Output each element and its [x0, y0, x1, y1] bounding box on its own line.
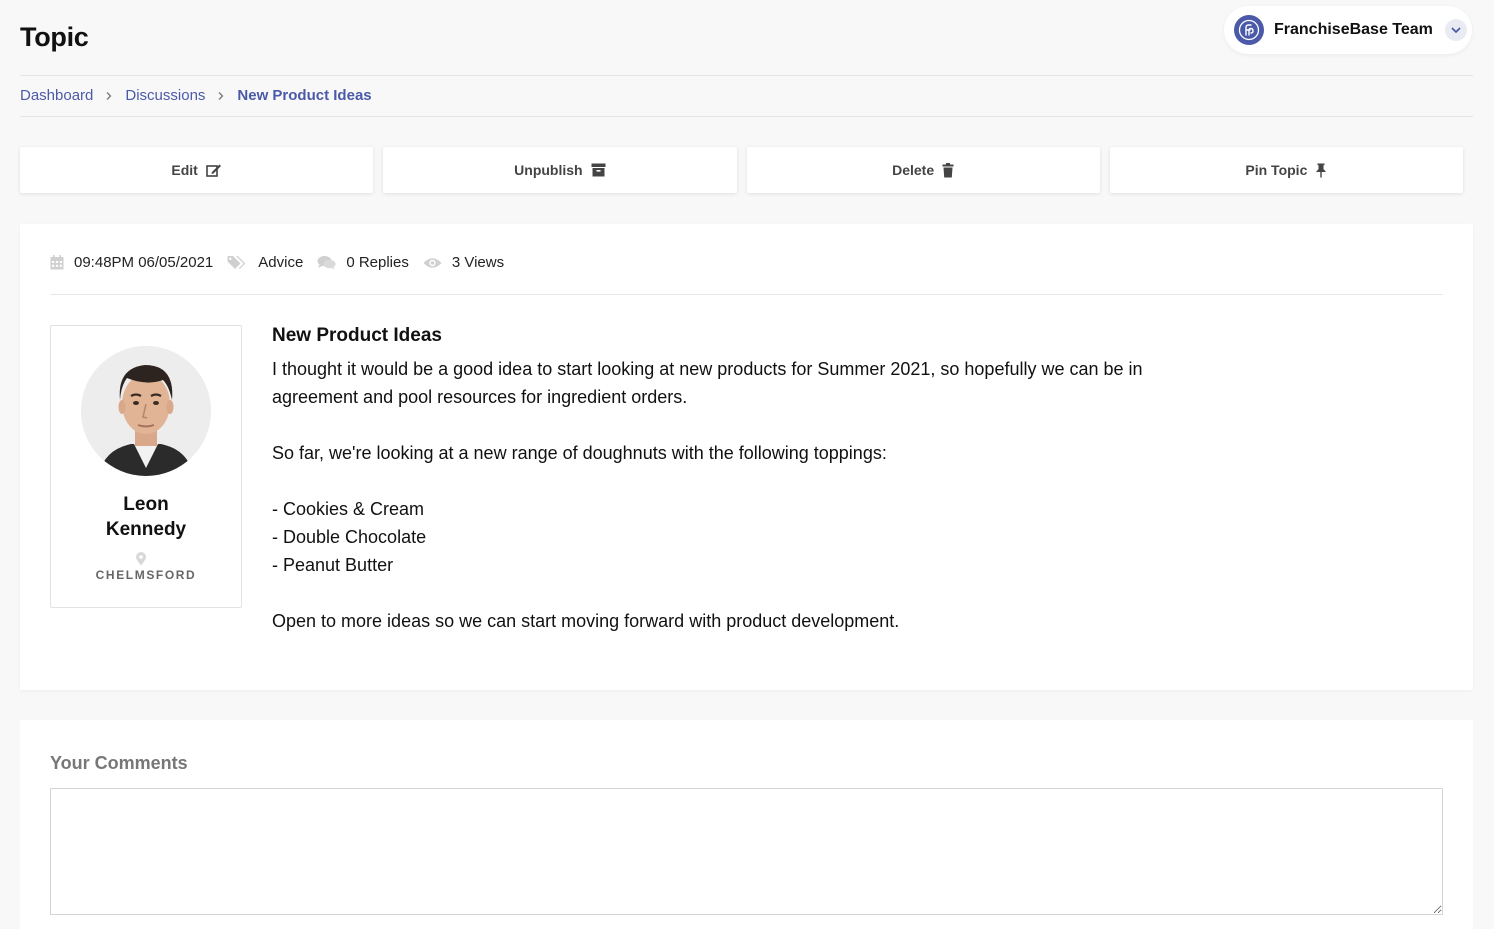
- topic-replies: 0 Replies: [346, 254, 409, 271]
- comment-input[interactable]: [50, 788, 1443, 915]
- comments-label: Your Comments: [50, 753, 188, 773]
- unpublish-button[interactable]: Unpublish: [383, 147, 737, 193]
- author-last-name: Kennedy: [105, 519, 187, 540]
- comments-icon: [317, 255, 336, 270]
- header-divider: [20, 75, 1473, 76]
- breadcrumb-dashboard[interactable]: Dashboard: [20, 87, 93, 104]
- meta-datetime: 09:48PM 06/05/2021: [50, 254, 213, 271]
- author-first-name: Leon: [123, 494, 169, 515]
- delete-label: Delete: [892, 162, 935, 178]
- breadcrumb-current: New Product Ideas: [237, 87, 372, 104]
- post-lead: So far, we're looking at a new range of …: [272, 443, 887, 463]
- meta-views: 3 Views: [423, 254, 504, 271]
- team-name: FranchiseBase Team: [1274, 21, 1433, 38]
- calendar-icon: [50, 255, 64, 270]
- topic-datetime: 09:48PM 06/05/2021: [74, 254, 214, 271]
- topic-meta: 09:48PM 06/05/2021 Advice 0 Replies 3 Vi…: [50, 254, 518, 271]
- avatar: [81, 346, 211, 476]
- tag-icon: [227, 255, 248, 270]
- meta-replies: 0 Replies: [317, 254, 409, 271]
- page-title: Topic: [20, 22, 89, 52]
- post-title: New Product Ideas: [272, 325, 442, 346]
- breadcrumb-discussions[interactable]: Discussions: [125, 87, 205, 104]
- topic-card: 09:48PM 06/05/2021 Advice 0 Replies 3 Vi…: [20, 224, 1473, 690]
- edit-icon: [206, 163, 222, 178]
- topping-item: - Peanut Butter: [272, 555, 394, 575]
- topic-category: Advice: [258, 254, 304, 271]
- breadcrumb: Dashboard Discussions New Product Ideas: [20, 87, 372, 104]
- chevron-right-icon: [105, 91, 113, 101]
- trash-icon: [942, 162, 954, 178]
- post-closing: Open to more ideas so we can start movin…: [272, 611, 900, 631]
- edit-button[interactable]: Edit: [20, 147, 374, 193]
- meta-category: Advice: [227, 254, 303, 271]
- post-intro: I thought it would be a good idea to sta…: [272, 359, 1143, 407]
- topping-item: - Double Chocolate: [272, 527, 427, 547]
- breadcrumb-divider: [20, 116, 1473, 117]
- comments-card: Your Comments: [20, 720, 1473, 929]
- eye-icon: [423, 257, 442, 269]
- pin-icon: [1315, 163, 1327, 178]
- post-body: I thought it would be a good idea to sta…: [272, 355, 1232, 635]
- topping-item: - Cookies & Cream: [272, 499, 425, 519]
- pin-topic-label: Pin Topic: [1245, 162, 1308, 178]
- action-bar: Edit Unpublish Delete Pin Topic: [20, 147, 1463, 193]
- topic-views: 3 Views: [451, 254, 505, 271]
- unpublish-label: Unpublish: [514, 162, 583, 178]
- author-location: CHELMSFORD: [95, 568, 197, 582]
- post-content: New Product Ideas I thought it would be …: [272, 325, 1232, 635]
- archive-icon: [591, 163, 606, 177]
- chevron-down-icon[interactable]: [1444, 19, 1467, 41]
- team-switcher[interactable]: FranchiseBase Team: [1224, 6, 1472, 54]
- edit-label: Edit: [171, 162, 198, 178]
- author-name: Leon Kennedy: [51, 492, 241, 542]
- pin-topic-button[interactable]: Pin Topic: [1109, 147, 1463, 193]
- chevron-right-icon: [217, 91, 225, 101]
- franchisebase-logo-icon: [1234, 15, 1264, 45]
- delete-button[interactable]: Delete: [746, 147, 1100, 193]
- author-card: Leon Kennedy CHELMSFORD: [50, 325, 242, 608]
- meta-divider: [50, 294, 1443, 295]
